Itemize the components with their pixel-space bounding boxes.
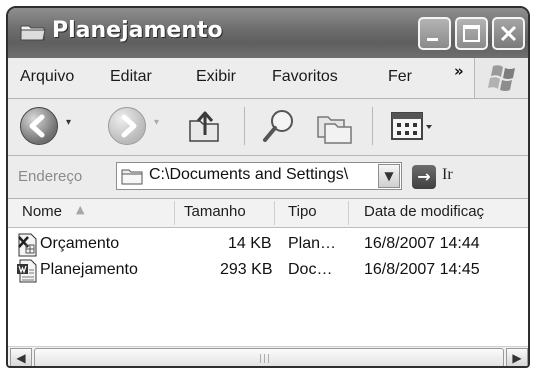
windows-flag-icon — [488, 65, 515, 91]
up-folder-icon[interactable] — [184, 105, 226, 147]
chevron-right-icon: ▶ — [512, 351, 522, 365]
file-date: 16/8/2007 14:44 — [364, 235, 480, 252]
file-type: Plan… — [288, 235, 337, 252]
menu-arquivo[interactable]: Arquivo — [20, 68, 74, 86]
address-bar: Endereço C:\Documents and Settings\ ▼ → … — [8, 156, 528, 199]
list-item[interactable]: Orçamento 14 KB Plan… 16/8/2007 14:44 — [8, 232, 528, 258]
folder-icon — [20, 25, 46, 41]
back-dropdown-icon[interactable]: ▾ — [66, 117, 71, 128]
chevron-down-icon: ▼ — [384, 169, 394, 183]
maximize-button[interactable] — [455, 17, 488, 50]
menu-exibir[interactable]: Exibir — [196, 68, 236, 86]
go-label[interactable]: Ir — [442, 166, 453, 184]
forward-arrow-icon — [121, 114, 137, 138]
list-header: Nome ▲ Tamanho Tipo Data de modificaç — [8, 199, 528, 228]
menu-overflow-chevron[interactable]: » — [454, 62, 464, 80]
chevron-left-icon: ◀ — [16, 351, 26, 365]
views-icon[interactable] — [390, 111, 434, 143]
column-divider[interactable] — [274, 201, 275, 225]
column-header-type[interactable]: Tipo — [288, 203, 317, 220]
menu-ferramentas[interactable]: Fer — [388, 68, 412, 86]
menu-favoritos[interactable]: Favoritos — [272, 68, 338, 86]
toolbar-separator — [244, 107, 245, 145]
spreadsheet-file-icon — [18, 233, 37, 257]
address-dropdown-button[interactable]: ▼ — [378, 164, 400, 188]
file-type: Doc… — [288, 261, 333, 278]
maximize-icon — [463, 25, 480, 42]
scroll-right-button[interactable]: ▶ — [506, 348, 528, 366]
file-size: 14 KB — [228, 235, 272, 252]
title-bar[interactable]: Planejamento — [8, 8, 528, 58]
horizontal-scrollbar[interactable]: ◀ ||| ▶ — [8, 346, 528, 366]
explorer-window: Planejamento Arquivo Editar Exibir Favor… — [6, 6, 530, 368]
file-name: Planejamento — [40, 261, 138, 278]
column-divider[interactable] — [348, 201, 349, 225]
grip-icon: ||| — [259, 354, 272, 364]
close-icon — [500, 25, 517, 42]
toolbar: ▾ ▾ — [8, 99, 528, 156]
go-button[interactable]: → — [412, 165, 436, 189]
sort-ascending-icon: ▲ — [76, 203, 85, 216]
minimize-icon — [427, 38, 438, 41]
address-input[interactable]: C:\Documents and Settings\ — [116, 162, 402, 190]
address-value: C:\Documents and Settings\ — [149, 166, 349, 183]
search-icon[interactable] — [258, 105, 300, 147]
scroll-left-button[interactable]: ◀ — [10, 348, 32, 366]
close-button[interactable] — [492, 17, 525, 50]
menu-editar[interactable]: Editar — [110, 68, 152, 86]
file-date: 16/8/2007 14:45 — [364, 261, 480, 278]
file-list: Orçamento 14 KB Plan… 16/8/2007 14:44 Pl… — [8, 228, 528, 346]
column-divider[interactable] — [174, 201, 175, 225]
forward-button[interactable] — [108, 107, 146, 145]
back-button[interactable] — [20, 107, 58, 145]
document-file-icon — [17, 259, 37, 283]
scroll-thumb[interactable]: ||| — [34, 348, 504, 366]
column-header-name[interactable]: Nome — [22, 203, 62, 220]
column-header-size[interactable]: Tamanho — [184, 203, 246, 220]
windows-logo — [474, 58, 528, 98]
menu-bar: Arquivo Editar Exibir Favoritos Fer » — [8, 58, 528, 99]
file-size: 293 KB — [220, 261, 273, 278]
folder-icon — [121, 169, 143, 185]
column-header-date[interactable]: Data de modificaç — [364, 203, 484, 220]
go-arrow-icon: → — [417, 167, 431, 186]
folders-icon[interactable] — [314, 107, 356, 147]
minimize-button[interactable] — [418, 17, 451, 50]
address-label: Endereço — [18, 168, 83, 185]
file-name: Orçamento — [40, 235, 120, 252]
window-title: Planejamento — [52, 18, 223, 43]
forward-dropdown-icon[interactable]: ▾ — [154, 117, 159, 128]
list-item[interactable]: Planejamento 293 KB Doc… 16/8/2007 14:45 — [8, 258, 528, 284]
back-arrow-icon — [29, 114, 45, 138]
toolbar-separator — [372, 107, 373, 145]
